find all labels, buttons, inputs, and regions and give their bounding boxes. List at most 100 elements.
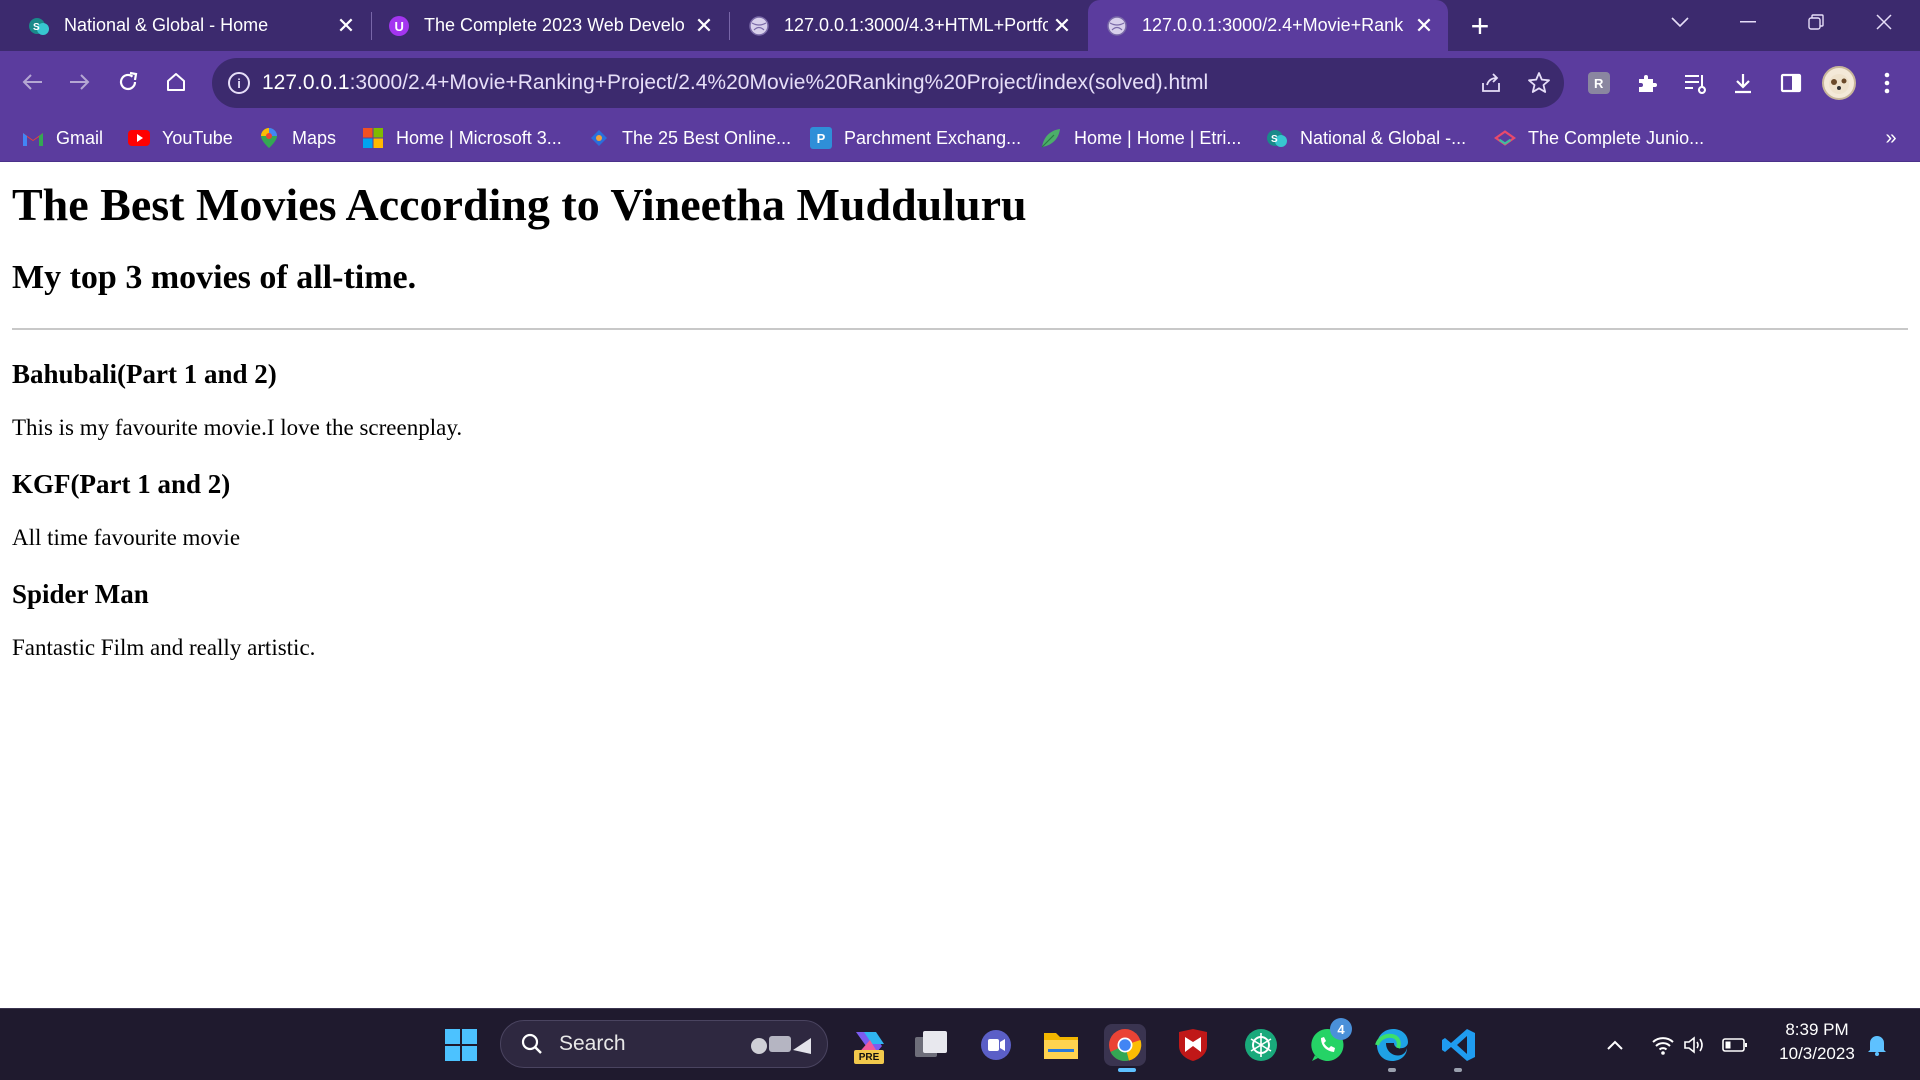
reload-icon[interactable] [110,64,146,100]
bookmark-label: Home | Home | Etri... [1074,127,1242,148]
close-icon[interactable]: ✕ [690,12,718,40]
tab-national-global[interactable]: S National & Global - Home ✕ [0,0,370,51]
movie-title: KGF(Part 1 and 2) [12,469,231,499]
bookmark-star-icon[interactable] [1524,68,1554,98]
bookmark-label: YouTube [162,127,233,148]
close-icon[interactable]: ✕ [1048,12,1076,40]
course-icon [1494,127,1516,149]
address-url: 127.0.0.1:3000/2.4+Movie+Ranking+Project… [262,71,1209,94]
taskbar [0,1008,1920,1080]
chevron-up-icon[interactable] [1600,1030,1630,1060]
movie-title: Spider Man [12,579,149,609]
close-icon[interactable]: ✕ [332,12,360,40]
movie-description: This is my favourite movie.I love the sc… [12,415,463,440]
tab-movie-ranking[interactable]: 127.0.0.1:3000/2.4+Movie+Rank ✕ [1088,0,1448,51]
file-explorer-icon[interactable] [1040,1024,1082,1066]
site-info-icon[interactable]: i [228,72,250,94]
restore-button[interactable] [1788,0,1844,44]
page-subtitle: My top 3 movies of all-time. [12,259,417,296]
movie-description: All time favourite movie [12,525,241,550]
bookmark-parchment[interactable]: P Parchment Exchang... [810,114,1021,162]
tab-search-icon[interactable] [1652,0,1708,44]
profile-avatar[interactable] [1822,66,1856,100]
sharepoint-icon: S [28,15,50,37]
bookmark-maps[interactable]: Maps [258,114,336,162]
pre-badge: PRE [854,1050,884,1064]
tab-web-developer-course[interactable]: U The Complete 2023 Web Develo ✕ [360,0,728,51]
clock-date: 10/3/2023 [1779,1044,1855,1063]
bookmark-label: The 25 Best Online... [622,127,792,148]
taskbar-search[interactable]: Search [500,1020,828,1068]
whatsapp-notification-badge: 4 [1330,1018,1352,1040]
chrome-active-indicator [1118,1068,1136,1072]
close-window-button[interactable] [1856,0,1912,44]
vscode-running-indicator [1454,1068,1462,1072]
youtube-icon [128,127,150,149]
svg-text:R: R [1594,76,1604,91]
vscode-icon[interactable] [1438,1024,1480,1066]
bookmark-label: Gmail [56,127,104,148]
tab-title: The Complete 2023 Web Develo [424,15,685,35]
svg-text:S: S [1271,134,1278,145]
bookmark-best-online[interactable]: The 25 Best Online... [588,114,791,162]
tab-html-portfolio[interactable]: 127.0.0.1:3000/4.3+HTML+Portfo ✕ [720,0,1086,51]
reading-list-icon[interactable] [1680,68,1710,98]
chatgpt-icon[interactable] [1240,1024,1282,1066]
microsoft-icon [362,127,384,149]
movie-description: Fantastic Film and really artistic. [12,635,316,660]
wifi-icon[interactable] [1648,1030,1678,1060]
bookmark-etrieve[interactable]: Home | Home | Etri... [1040,114,1241,162]
svg-text:U: U [395,19,404,34]
chrome-icon[interactable] [1104,1024,1146,1066]
minimize-button[interactable] [1720,0,1776,44]
globe-icon [1106,15,1128,37]
bookmark-youtube[interactable]: YouTube [128,114,233,162]
system-clock[interactable]: 8:39 PM 10/3/2023 [1762,1018,1872,1070]
share-icon[interactable] [1476,68,1506,98]
extensions-puzzle-icon[interactable] [1632,68,1662,98]
svg-text:S: S [33,22,40,33]
search-label: Search [559,1032,626,1055]
notification-bell-icon[interactable] [1862,1030,1892,1060]
divider [12,328,1908,330]
task-view-icon[interactable] [910,1024,952,1066]
tab-title: 127.0.0.1:3000/2.4+Movie+Rank [1142,15,1404,35]
search-icon [517,1029,547,1059]
teams-chat-icon[interactable] [975,1024,1017,1066]
search-highlight-icon [747,1029,817,1061]
side-panel-icon[interactable] [1776,68,1806,98]
bookmark-microsoft[interactable]: Home | Microsoft 3... [362,114,562,162]
page-title: The Best Movies According to Vineetha Mu… [12,179,1027,230]
home-icon[interactable] [158,64,194,100]
back-arrow-icon[interactable] [14,64,50,100]
menu-kebab-icon[interactable] [1872,68,1902,98]
gmail-icon [22,127,44,149]
bookmarks-overflow-chevron-icon[interactable]: » [1876,120,1906,156]
tab-title: 127.0.0.1:3000/4.3+HTML+Portfo [784,15,1048,35]
extension-badge-icon[interactable]: R [1584,68,1614,98]
movie-title: Bahubali(Part 1 and 2) [12,359,277,389]
mcafee-icon[interactable] [1172,1024,1214,1066]
bookmark-label: National & Global -... [1300,127,1467,148]
volume-icon[interactable] [1680,1030,1710,1060]
battery-icon[interactable] [1720,1030,1750,1060]
web-page-content: The Best Movies According to Vineetha Mu… [0,162,1920,1008]
download-icon[interactable] [1728,68,1758,98]
bookmark-national-global[interactable]: S National & Global -... [1266,114,1466,162]
bookmark-complete-junior[interactable]: The Complete Junio... [1494,114,1704,162]
maps-icon [258,127,280,149]
windows-start-icon[interactable] [440,1024,482,1066]
edge-icon[interactable] [1372,1024,1414,1066]
bookmark-gmail[interactable]: Gmail [22,114,103,162]
new-tab-button[interactable]: + [1462,8,1498,44]
udemy-icon: U [388,15,410,37]
bookmark-label: Maps [292,127,337,148]
forward-arrow-icon[interactable] [62,64,98,100]
parchment-icon: P [810,127,832,149]
address-bar[interactable]: i 127.0.0.1:3000/2.4+Movie+Ranking+Proje… [212,58,1564,108]
bookmark-label: Parchment Exchang... [844,127,1022,148]
close-icon[interactable]: ✕ [1410,12,1438,40]
tab-title: National & Global - Home [64,15,269,35]
leaf-icon [1040,127,1062,149]
bookmark-label: The Complete Junio... [1528,127,1705,148]
